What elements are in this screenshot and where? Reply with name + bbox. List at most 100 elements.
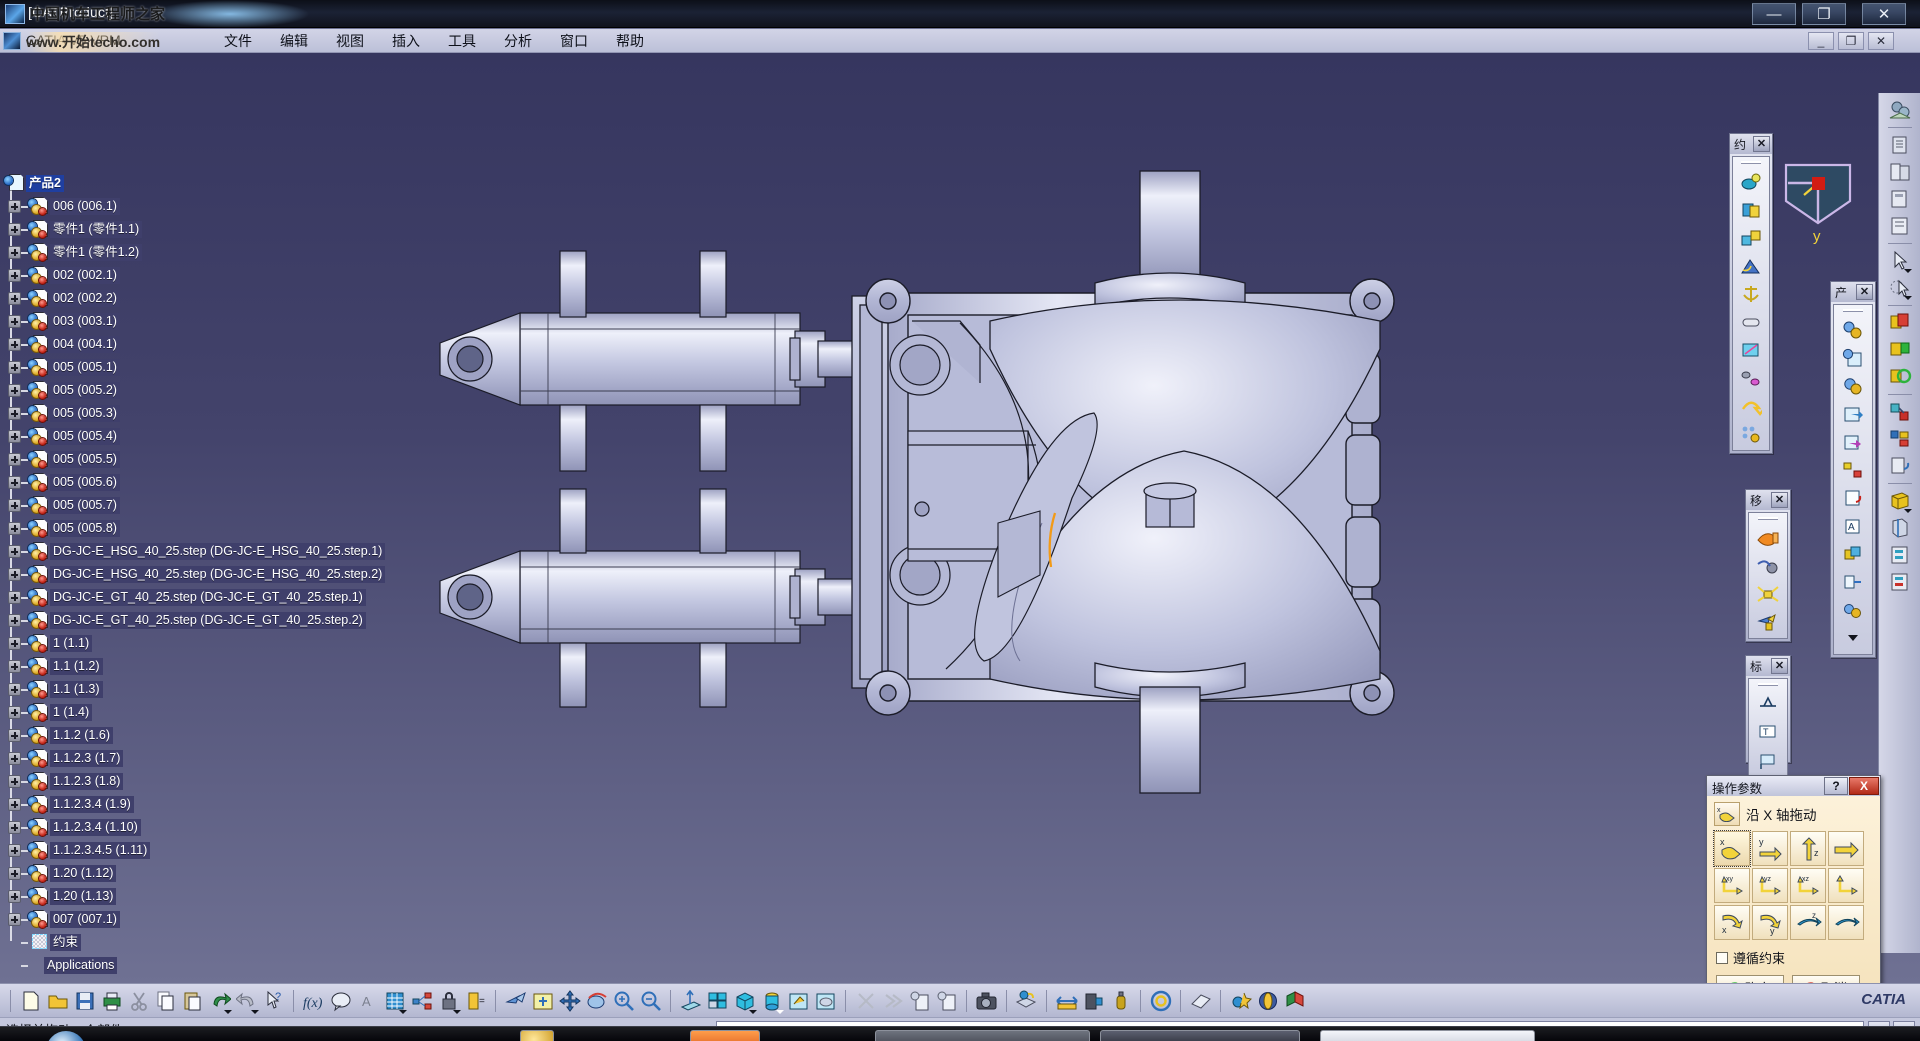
drag-along-y-icon[interactable]: y <box>1752 831 1788 866</box>
menu-insert[interactable]: 插入 <box>378 29 434 53</box>
tree-item-004-1[interactable]: 004 (004.1) <box>4 333 344 356</box>
expand-icon[interactable] <box>8 568 21 581</box>
swap-visible-space-icon[interactable] <box>852 988 879 1015</box>
comment-icon[interactable] <box>327 988 354 1015</box>
copy-icon[interactable] <box>152 988 179 1015</box>
tree-item-hsg-1[interactable]: DG-JC-E_HSG_40_25.step (DG-JC-E_HSG_40_2… <box>4 540 386 563</box>
fit-all-in-icon[interactable] <box>529 988 556 1015</box>
paste-icon[interactable] <box>179 988 206 1015</box>
space-analysis-icon[interactable] <box>1887 488 1913 514</box>
expand-icon[interactable] <box>8 407 21 420</box>
expand-icon[interactable] <box>8 223 21 236</box>
expand-icon[interactable] <box>8 637 21 650</box>
os-close-button[interactable]: ✕ <box>1862 3 1906 25</box>
fix-component-icon[interactable] <box>1738 281 1764 307</box>
move-toolbar-header[interactable]: 移 ✕ <box>1746 490 1790 510</box>
expand-icon[interactable] <box>8 660 21 673</box>
menu-window[interactable]: 窗口 <box>546 29 602 53</box>
simulation-icon[interactable] <box>1227 988 1254 1015</box>
expand-icon[interactable] <box>8 522 21 535</box>
undo-icon[interactable] <box>206 988 233 1015</box>
tree-item-11-3[interactable]: 1.1 (1.3) <box>4 678 344 701</box>
cut-icon[interactable] <box>125 988 152 1015</box>
expand-icon[interactable] <box>8 315 21 328</box>
annotation-toolbar-header[interactable]: 标 ✕ <box>1746 656 1790 676</box>
compass-widget[interactable]: y <box>1780 161 1870 251</box>
measure-inertia-icon[interactable] <box>1107 988 1134 1015</box>
tree-item-005-6[interactable]: 005 (005.6) <box>4 471 344 494</box>
toolbar-grip[interactable] <box>1741 161 1761 164</box>
expand-icon[interactable] <box>8 614 21 627</box>
open-document-icon[interactable] <box>44 988 71 1015</box>
tree-item-11234-10[interactable]: 1.1.2.3.4 (1.10) <box>4 816 344 839</box>
rotate-icon[interactable] <box>583 988 610 1015</box>
drag-along-z-icon[interactable]: z <box>1790 831 1826 866</box>
clash-detection-icon[interactable] <box>1887 542 1913 568</box>
measure-parameter-icon[interactable]: = <box>462 988 489 1015</box>
catalog-browser-icon[interactable] <box>1887 132 1913 158</box>
expand-icon[interactable] <box>8 200 21 213</box>
new-document-icon[interactable] <box>17 988 44 1015</box>
generate-numbering-icon[interactable] <box>1840 485 1866 511</box>
product-structure-toolbar[interactable]: 产 ✕ A <box>1830 281 1876 658</box>
tree-item-007-1[interactable]: 007 (007.1) <box>4 908 344 931</box>
help-button[interactable]: ? <box>1824 777 1848 795</box>
close-icon[interactable]: ✕ <box>1753 136 1770 152</box>
normal-view-icon[interactable] <box>677 988 704 1015</box>
tree-item-005-3[interactable]: 005 (005.3) <box>4 402 344 425</box>
expand-icon[interactable] <box>8 269 21 282</box>
expand-icon[interactable] <box>8 545 21 558</box>
product-structure-toolbar-header[interactable]: 产 ✕ <box>1831 282 1875 302</box>
change-constraint-icon[interactable] <box>1738 393 1764 419</box>
redo-icon[interactable] <box>233 988 260 1015</box>
tree-item-120-12[interactable]: 1.20 (1.12) <box>4 862 344 885</box>
clash-icon[interactable] <box>1281 988 1308 1015</box>
contact-constraint-icon[interactable] <box>1738 197 1764 223</box>
menu-view[interactable]: 视图 <box>322 29 378 53</box>
tree-item-120-13[interactable]: 1.20 (1.13) <box>4 885 344 908</box>
selective-load-icon[interactable]: A <box>1840 513 1866 539</box>
menu-analyze[interactable]: 分析 <box>490 29 546 53</box>
tree-item-1123-7[interactable]: 1.1.2.3 (1.7) <box>4 747 344 770</box>
ok-button[interactable]: 确定 <box>1716 975 1784 983</box>
explode-scene-icon[interactable] <box>1887 453 1913 479</box>
drag-in-plane-free-icon[interactable] <box>1828 868 1864 903</box>
hide-show-icon[interactable] <box>812 988 839 1015</box>
menu-file[interactable]: 文件 <box>210 29 266 53</box>
drag-along-x-icon[interactable]: x <box>1713 830 1751 867</box>
what-is-this-help-icon[interactable]: ? <box>260 988 287 1015</box>
respect-constraints-checkbox[interactable]: 遵循约束 <box>1716 948 1873 967</box>
expand-icon[interactable] <box>8 246 21 259</box>
annotation-toolbar[interactable]: 标 ✕ T <box>1745 655 1791 777</box>
graph-tree-reorder-icon[interactable] <box>1840 457 1866 483</box>
expand-icon[interactable] <box>8 890 21 903</box>
drag-in-yz-plane-icon[interactable]: yz <box>1752 868 1788 903</box>
expand-icon[interactable] <box>8 706 21 719</box>
weld-feature-icon[interactable] <box>1755 691 1781 717</box>
tree-item-002-2[interactable]: 002 (002.2) <box>4 287 344 310</box>
tree-item-005-8[interactable]: 005 (005.8) <box>4 517 344 540</box>
constraints-toolbar[interactable]: 约 ✕ <box>1729 133 1773 454</box>
tree-item-005-2[interactable]: 005 (005.2) <box>4 379 344 402</box>
angle-constraint-icon[interactable] <box>1738 253 1764 279</box>
close-icon[interactable]: X <box>1849 777 1879 795</box>
expand-icon[interactable] <box>8 752 21 765</box>
start-button-icon[interactable] <box>46 1031 86 1041</box>
menu-help[interactable]: 帮助 <box>602 29 658 53</box>
expand-icon[interactable] <box>8 729 21 742</box>
expand-icon[interactable] <box>8 798 21 811</box>
sectioning-icon[interactable] <box>1887 515 1913 541</box>
dmu-space-analysis-icon[interactable] <box>1254 988 1281 1015</box>
expand-icon[interactable] <box>8 591 21 604</box>
constraints-toolbar-header[interactable]: 约 ✕ <box>1730 134 1772 154</box>
os-minimize-button[interactable]: — <box>1752 3 1796 25</box>
multi-instantiation-icon[interactable] <box>1840 569 1866 595</box>
new-product-icon[interactable] <box>1840 345 1866 371</box>
menu-edit[interactable]: 编辑 <box>266 29 322 53</box>
save-document-icon[interactable] <box>71 988 98 1015</box>
expand-icon[interactable] <box>8 292 21 305</box>
toolbar-overflow-arrow-icon[interactable] <box>1840 625 1866 651</box>
reuse-pattern-icon[interactable] <box>1738 421 1764 447</box>
text-annotation-icon[interactable]: T <box>1755 719 1781 745</box>
assembly-design-workbench-icon[interactable] <box>1887 97 1913 123</box>
